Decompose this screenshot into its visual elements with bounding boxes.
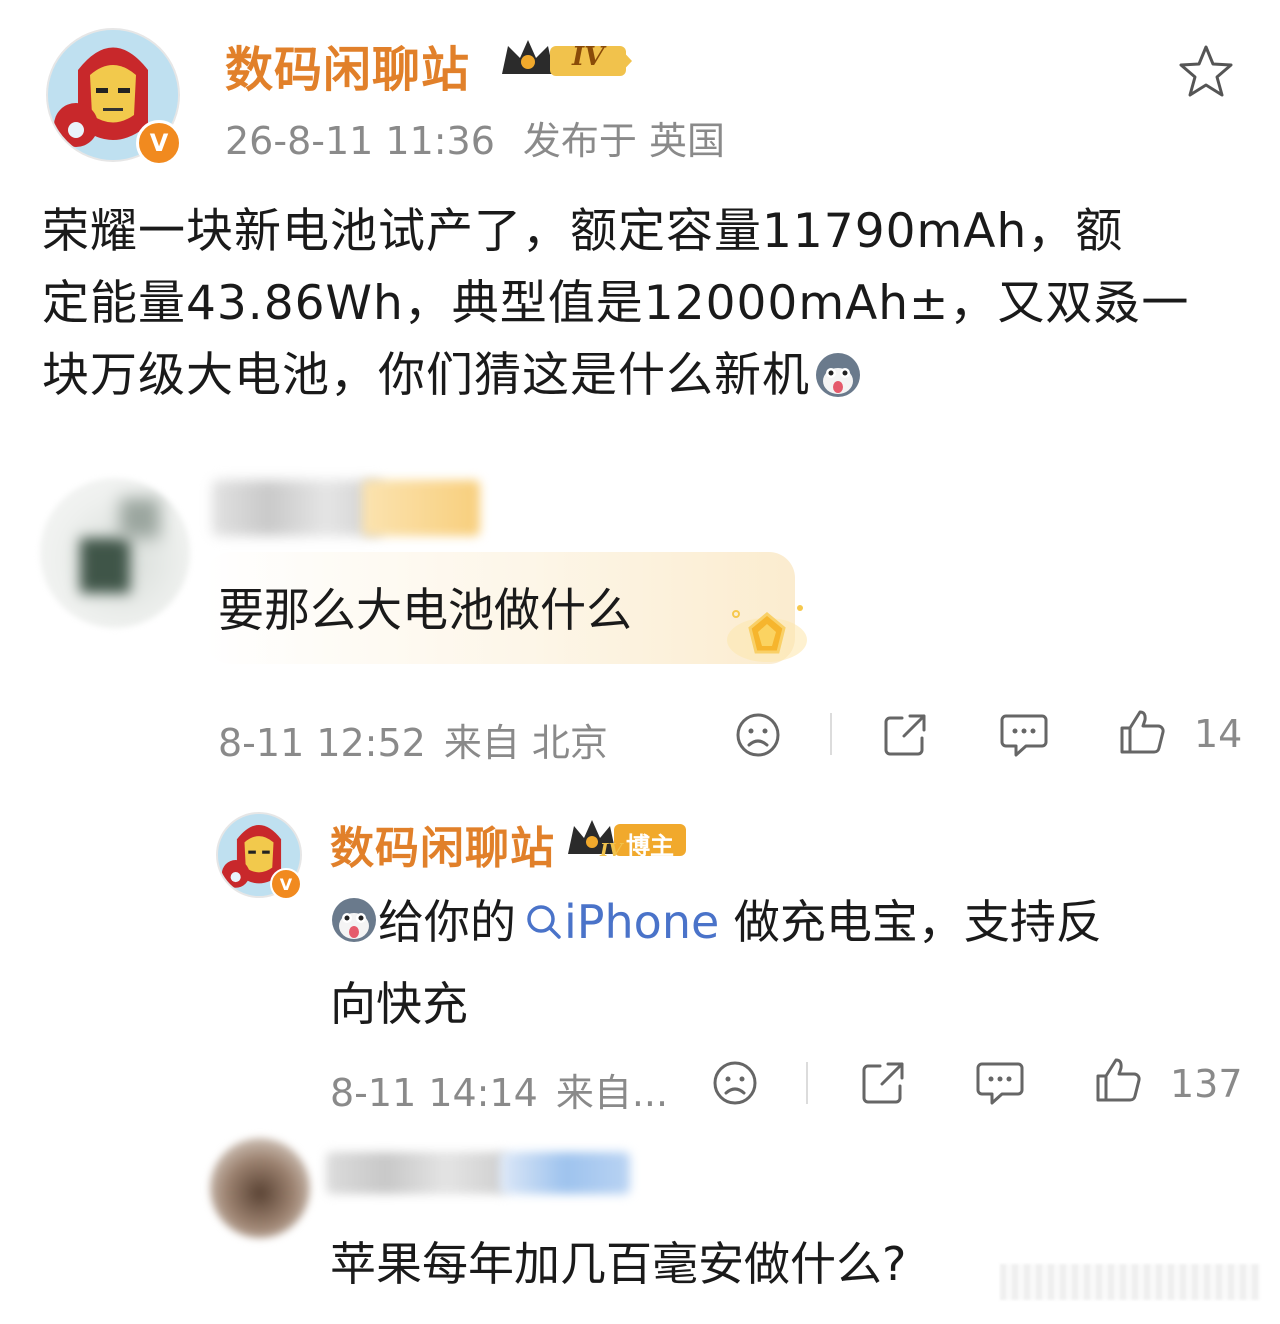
husky-emoji-icon [330, 890, 378, 966]
comment-location: 来自 北京 [443, 721, 608, 765]
comment-icon[interactable] [998, 710, 1050, 760]
comment-time: 8-11 12:52 [218, 721, 426, 765]
like-icon[interactable] [1092, 1054, 1144, 1106]
post-body-line-2: 定能量43.86Wh，典型值是12000mAh±，又双叒一 [42, 276, 1190, 331]
reply-line-2: 向快充 [330, 977, 468, 1031]
reply-footer-meta: 8-11 14:14 来自... [330, 1062, 668, 1117]
second-commenter-avatar[interactable] [210, 1138, 310, 1238]
second-commenter-badge-blurred [500, 1152, 630, 1194]
verified-v-icon: V [136, 120, 182, 166]
second-comment-text: 苹果每年加几百毫安做什么? [330, 1237, 907, 1291]
post-location: 发布于 英国 [522, 119, 725, 163]
reply-crown-badge: IV 博主 [566, 816, 688, 862]
blogger-badge-text: 博主 [626, 832, 674, 860]
reply-author-name[interactable]: 数码闲聊站 [330, 812, 555, 876]
like-count: 137 [1170, 1062, 1243, 1106]
post-timestamp: 26-8-11 11:36 发布于 英国 [225, 110, 725, 165]
reply-line-1: 给你的 iPhone 做充电宝，支持反 [330, 884, 1230, 966]
commenter-avatar[interactable] [40, 478, 190, 628]
post-body-line-1: 荣耀一块新电池试产了，额定容量11790mAh，额 [42, 204, 1124, 259]
comment-text: 要那么大电池做什么 [218, 583, 632, 637]
post-body-line-3: 块万级大电池，你们猜这是什么新机 [42, 340, 1252, 420]
reply-location: 来自... [555, 1071, 669, 1115]
verified-v-icon: V [270, 868, 302, 900]
iphone-search-link[interactable]: iPhone [564, 895, 719, 949]
reply-time: 8-11 14:14 [330, 1071, 538, 1115]
level-badge-text: IV [572, 42, 605, 72]
like-count: 14 [1194, 712, 1243, 756]
husky-emoji-icon [814, 348, 862, 420]
share-icon[interactable] [880, 710, 930, 760]
search-link-icon[interactable] [524, 888, 564, 964]
post-body: 荣耀一块新电池试产了，额定容量11790mAh，额 定能量43.86Wh，典型值… [42, 196, 1252, 420]
crown-level-badge: IV [498, 34, 634, 84]
reply-level-text: IV [600, 840, 623, 861]
author-name[interactable]: 数码闲聊站 [225, 30, 470, 100]
commenter-name-blurred[interactable] [212, 480, 382, 536]
comment-icon[interactable] [974, 1058, 1026, 1108]
like-icon[interactable] [1116, 706, 1168, 758]
second-commenter-name-blurred[interactable] [326, 1152, 506, 1194]
dislike-icon[interactable] [710, 1058, 760, 1108]
share-icon[interactable] [858, 1058, 908, 1108]
post-time: 26-8-11 11:36 [225, 119, 495, 163]
star-icon[interactable] [1176, 42, 1236, 102]
dislike-icon[interactable] [733, 710, 783, 760]
commenter-badge-blurred [362, 480, 480, 536]
reply-text: 给你的 iPhone 做充电宝，支持反 向快充 [330, 884, 1230, 1042]
watermark-strip [1000, 1264, 1260, 1300]
action-divider [830, 713, 832, 755]
gold-medal-icon [722, 600, 812, 670]
action-divider [806, 1062, 808, 1104]
comment-footer-meta: 8-11 12:52 来自 北京 [218, 712, 608, 767]
